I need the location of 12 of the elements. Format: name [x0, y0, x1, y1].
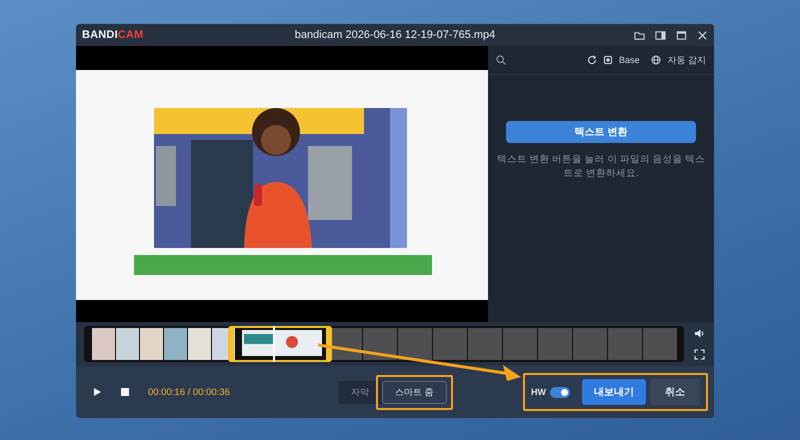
mode-tab[interactable]: 스마트 줌 [382, 380, 447, 404]
model-selector[interactable]: Base [618, 55, 640, 65]
language-selector[interactable]: 자동 감지 [667, 54, 706, 66]
playback-time: 00:00:16 / 00:00:36 [148, 386, 231, 398]
convert-text-button[interactable]: 텍스트 변환 [506, 121, 696, 143]
app-logo: BANDICAM [82, 29, 144, 41]
hw-label: HW [531, 387, 546, 397]
mode-tab[interactable]: 자막 [338, 380, 382, 404]
cancel-button[interactable]: 취소 [650, 379, 700, 405]
window-title: bandicam 2026-06-16 12-19-07-765.mp4 [294, 29, 496, 41]
hint-text: 텍스트 변환 버튼을 눌러 이 파일의 음성을 텍스트로 변환하세요. [496, 153, 706, 181]
export-button[interactable]: 내보내기 [582, 379, 646, 405]
